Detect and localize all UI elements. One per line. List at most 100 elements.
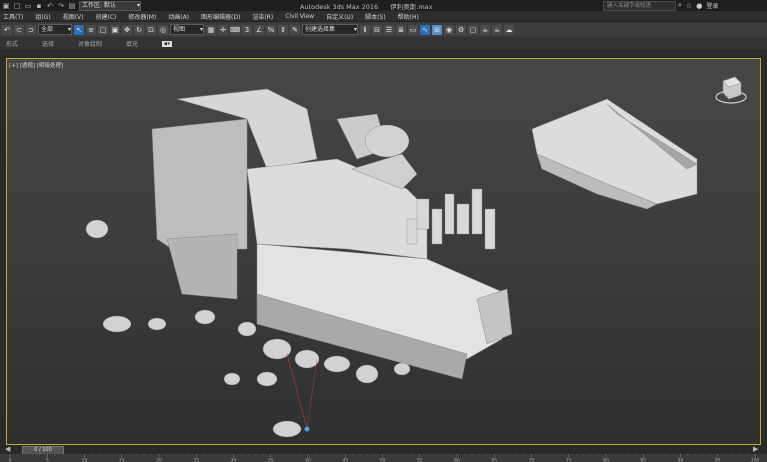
menu-scripting[interactable]: 脚本(S) bbox=[365, 12, 386, 21]
login-button[interactable]: 登录 bbox=[706, 1, 718, 10]
selection-filter-dropdown[interactable]: 全部 ▾ bbox=[38, 24, 72, 35]
timeline-tick-label: 30 bbox=[231, 458, 237, 462]
keyboard-shortcut-icon[interactable]: ⌨ bbox=[230, 24, 240, 35]
workspace-dropdown[interactable]: 工作区: 默认 ▾ bbox=[79, 0, 141, 11]
menu-animation[interactable]: 动画(A) bbox=[168, 12, 189, 21]
track-bar[interactable]: 0 5 10 15 20 25 30 35 40 45 50 55 60 65 70 75 80 85 90 95 10… bbox=[0, 454, 767, 462]
render-iterative-icon[interactable]: ☕ bbox=[492, 24, 502, 35]
timeline-tick-label: 70 bbox=[529, 458, 535, 462]
title-bar: ▣ □ ▭ ▪ ↶ ↷ ▤ 工作区: 默认 ▾ Autodesk 3ds Max… bbox=[0, 0, 767, 11]
manipulate-icon[interactable]: ✛ bbox=[218, 24, 228, 35]
timeline-tick-label: 35 bbox=[268, 458, 274, 462]
spinner-snap-icon[interactable]: ⇕ bbox=[278, 24, 288, 35]
named-selection-dropdown[interactable]: 创建选择集 ▾ bbox=[302, 24, 358, 35]
ribbon-tab-modeling[interactable]: 形式 bbox=[6, 39, 18, 48]
ribbon-tab-selection[interactable]: 选择 bbox=[42, 39, 54, 48]
edit-named-selection-icon[interactable]: ✎ bbox=[290, 24, 300, 35]
select-by-name-icon[interactable]: ≡ bbox=[86, 24, 96, 35]
new-file-icon[interactable]: □ bbox=[13, 2, 21, 10]
timeline-tick-label: 10 bbox=[82, 458, 88, 462]
align-icon[interactable]: ⊟ bbox=[372, 24, 382, 35]
place-icon[interactable]: ◎ bbox=[158, 24, 168, 35]
rect-select-icon[interactable]: □ bbox=[98, 24, 108, 35]
scene-explorer-icon[interactable]: ≣ bbox=[396, 24, 406, 35]
menu-civil-view[interactable]: Civil View bbox=[285, 13, 314, 20]
save-icon[interactable]: ▪ bbox=[35, 2, 43, 10]
snap-icon[interactable]: 3 bbox=[242, 24, 252, 35]
next-frame-icon[interactable]: ▶ bbox=[753, 445, 758, 453]
material-editor-icon[interactable]: ◉ bbox=[444, 24, 454, 35]
menu-modifiers[interactable]: 修改器(M) bbox=[128, 12, 156, 21]
chevron-down-icon: ▾ bbox=[199, 26, 203, 33]
window-crossing-icon[interactable]: ▣ bbox=[110, 24, 120, 35]
timeline-tick-label: 95 bbox=[715, 458, 721, 462]
rotate-icon[interactable]: ↻ bbox=[134, 24, 144, 35]
timeline-tick-label: 90 bbox=[678, 458, 684, 462]
pivot-icon[interactable]: ▦ bbox=[206, 24, 216, 35]
ref-coord-dropdown[interactable]: 视图 ▾ bbox=[170, 24, 204, 35]
selection-filter-value: 全部 bbox=[41, 26, 54, 33]
timeline-tick-label: 50 bbox=[380, 458, 386, 462]
scene-render bbox=[85, 88, 698, 438]
undo-icon[interactable]: ↶ bbox=[46, 2, 54, 10]
user-icon[interactable]: ● bbox=[696, 2, 702, 10]
render-setup-icon[interactable]: ⚙ bbox=[456, 24, 466, 35]
viewcube-icon[interactable] bbox=[713, 73, 749, 109]
a360-icon[interactable]: ☁ bbox=[504, 24, 514, 35]
app-menu-icon[interactable]: ▣ bbox=[2, 2, 10, 10]
menu-group[interactable]: 组(G) bbox=[35, 12, 50, 21]
time-slider-track[interactable] bbox=[0, 445, 767, 454]
schematic-view-icon[interactable]: ⊞ bbox=[432, 24, 442, 35]
menu-create[interactable]: 创建(C) bbox=[96, 12, 117, 21]
timeline-tick-label: 65 bbox=[491, 458, 497, 462]
rendered-frame-icon[interactable]: ▢ bbox=[468, 24, 478, 35]
timeline-ruler: 0 5 10 15 20 25 30 35 40 45 50 55 60 65 70 75 80 85 90 95 10… bbox=[9, 454, 760, 462]
project-folder-icon[interactable]: ▤ bbox=[68, 2, 76, 10]
perspective-viewport[interactable]: [+] [透视] [明暗处理] bbox=[6, 58, 761, 445]
scale-icon[interactable]: ⊡ bbox=[146, 24, 156, 35]
mirror-icon[interactable]: ⫴ bbox=[360, 24, 370, 35]
chevron-down-icon: ▾ bbox=[353, 26, 357, 33]
search-input[interactable]: 键入关键字或短语 bbox=[603, 1, 676, 11]
timeline-tick-label: 55 bbox=[417, 458, 423, 462]
unlink-icon[interactable]: ⊃ bbox=[26, 24, 36, 35]
help-icon[interactable]: ☆ bbox=[686, 2, 692, 10]
timeline-tick-label: 100 bbox=[751, 458, 760, 462]
open-file-icon[interactable]: ▭ bbox=[24, 2, 32, 10]
ribbon: 形式 选择 对象绘制 填充 ▪▾ bbox=[0, 37, 767, 51]
ribbon-toggle-icon[interactable]: ▭ bbox=[408, 24, 418, 35]
menu-bar: 工具(T) 组(G) 视图(V) 创建(C) 修改器(M) 动画(A) 图形编辑… bbox=[0, 11, 767, 22]
ribbon-tab-populate[interactable]: 填充 bbox=[126, 39, 138, 48]
menu-rendering[interactable]: 渲染(R) bbox=[252, 12, 273, 21]
link-icon[interactable]: ⊂ bbox=[14, 24, 24, 35]
redo-icon[interactable]: ↷ bbox=[57, 2, 65, 10]
workspace-label: 工作区: 默认 bbox=[82, 1, 116, 9]
search-icon[interactable]: ⌕ bbox=[678, 1, 682, 10]
select-object-icon[interactable]: ↖ bbox=[74, 24, 84, 35]
menu-tools[interactable]: 工具(T) bbox=[3, 12, 23, 21]
undo-toolbar-icon[interactable]: ↶ bbox=[2, 24, 12, 35]
chevron-down-icon: ▾ bbox=[67, 26, 71, 33]
percent-snap-icon[interactable]: % bbox=[266, 24, 276, 35]
ribbon-tab-object-paint[interactable]: 对象绘制 bbox=[78, 39, 102, 48]
menu-help[interactable]: 帮助(H) bbox=[398, 12, 419, 21]
prev-frame-icon[interactable]: ◀ bbox=[5, 445, 10, 453]
chevron-down-icon: ▾ bbox=[136, 1, 140, 9]
move-icon[interactable]: ✥ bbox=[122, 24, 132, 35]
menu-graph-editors[interactable]: 图形编辑器(D) bbox=[201, 12, 240, 21]
menu-views[interactable]: 视图(V) bbox=[63, 12, 84, 21]
timeline-tick-label: 25 bbox=[193, 458, 199, 462]
layer-icon[interactable]: ☰ bbox=[384, 24, 394, 35]
timeline-tick-label: 20 bbox=[156, 458, 162, 462]
named-selection-value: 创建选择集 bbox=[305, 26, 336, 33]
main-toolbar: ↶ ⊂ ⊃ 全部 ▾ ↖ ≡ □ ▣ ✥ ↻ ⊡ ◎ 视图 ▾ ▦ ✛ ⌨ 3 ∠ … bbox=[0, 22, 767, 37]
timeline-tick-label: 80 bbox=[603, 458, 609, 462]
app-title: Autodesk 3ds Max 2016 bbox=[300, 3, 379, 11]
menu-customize[interactable]: 自定义(U) bbox=[326, 12, 353, 21]
timeline-tick-label: 15 bbox=[119, 458, 125, 462]
angle-snap-icon[interactable]: ∠ bbox=[254, 24, 264, 35]
timeline-tick-label: 45 bbox=[342, 458, 348, 462]
ribbon-options-button[interactable]: ▪▾ bbox=[162, 40, 172, 47]
render-icon[interactable]: ☕ bbox=[480, 24, 490, 35]
curve-editor-icon[interactable]: ∿ bbox=[420, 24, 430, 35]
